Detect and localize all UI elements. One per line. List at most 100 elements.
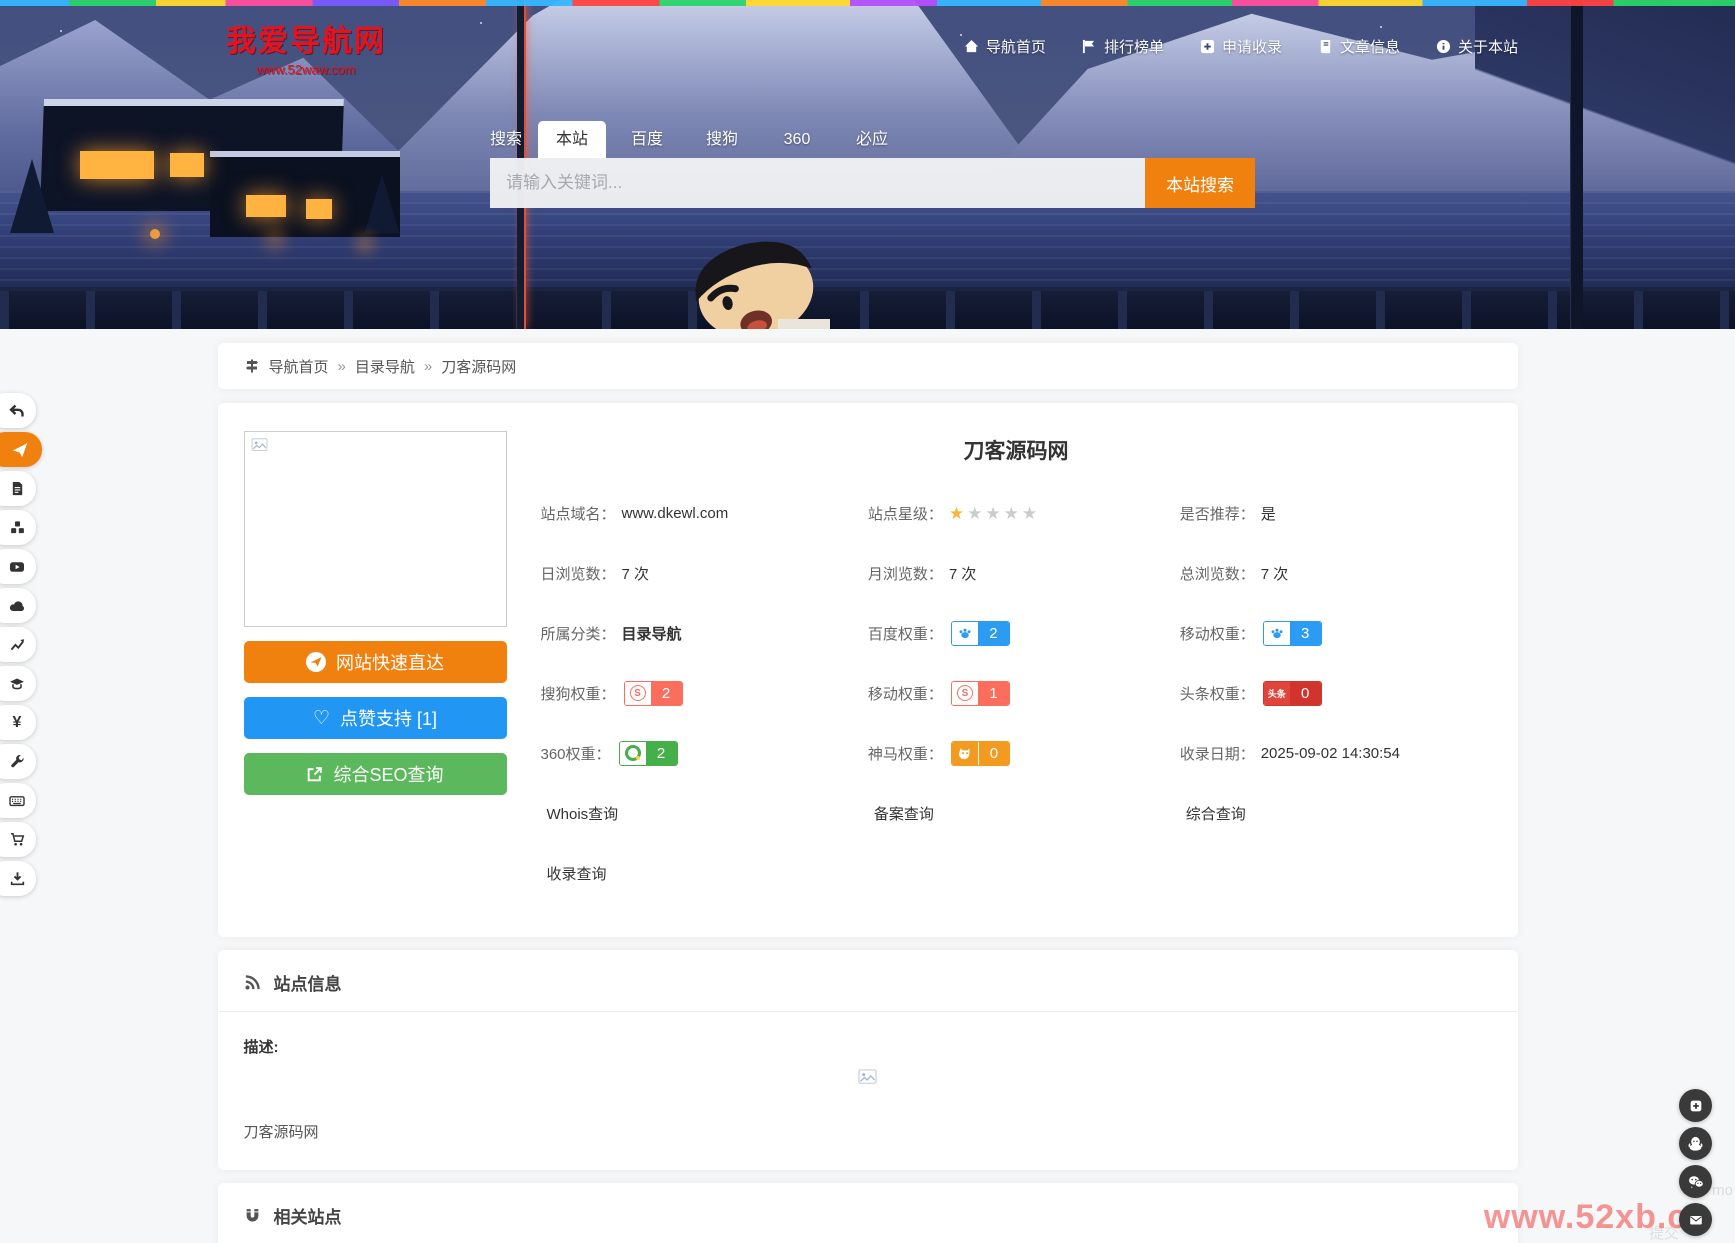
breadcrumb-category[interactable]: 目录导航 — [355, 356, 415, 377]
site-screenshot[interactable] — [244, 431, 507, 627]
field-label: 总浏览数： — [1180, 563, 1255, 584]
cloud-button[interactable] — [0, 588, 36, 623]
icp-query-link[interactable]: 备案查询 — [874, 803, 934, 824]
badge-value: 2 — [651, 682, 682, 705]
articles-button[interactable] — [0, 471, 36, 506]
yen-icon: ¥ — [13, 715, 22, 731]
qq-contact-button[interactable] — [1679, 1127, 1712, 1160]
field-label: 头条权重： — [1180, 683, 1255, 704]
paper-plane-icon — [12, 442, 28, 458]
site-detail-card: 网站快速直达 ♡ 点赞支持 [1] 综合SEO查询 刀客源码网 站点域名： ww… — [218, 403, 1518, 937]
nav-label: 申请收录 — [1222, 36, 1282, 57]
field-domain: 站点域名： www.dkewl.com — [541, 483, 868, 543]
hero-window-light — [306, 199, 332, 219]
search-module: 搜索 本站 百度 搜狗 360 必应 本站搜索 — [490, 121, 1255, 208]
nav-item-articles[interactable]: 文章信息 — [1318, 36, 1400, 57]
field-label: 神马权重： — [868, 743, 943, 764]
like-button[interactable]: ♡ 点赞支持 [1] — [244, 697, 507, 739]
download-button[interactable] — [0, 861, 36, 896]
field-label: 所属分类： — [541, 623, 616, 644]
search-tab-bing[interactable]: 必应 — [838, 121, 906, 158]
video-button[interactable] — [0, 549, 36, 584]
category-link[interactable]: 目录导航 — [622, 623, 682, 644]
field-daily-views: 日浏览数： 7 次 — [541, 543, 868, 603]
search-tab-sogou[interactable]: 搜狗 — [688, 121, 756, 158]
site-detail-right: 刀客源码网 站点域名： www.dkewl.com 站点星级： ★★★★★ 是否… — [541, 431, 1492, 903]
star-icon: ★ — [967, 504, 985, 523]
visit-site-button[interactable]: 网站快速直达 — [244, 641, 507, 683]
shop-button[interactable] — [0, 822, 36, 857]
360-icon — [625, 745, 641, 761]
field-value: 是 — [1261, 503, 1276, 524]
field-baidu-weight: 百度权重： 2 — [868, 603, 1180, 663]
index-query-link[interactable]: 收录查询 — [547, 863, 607, 884]
comprehensive-query-link[interactable]: 综合查询 — [1186, 803, 1246, 824]
search-tab-360[interactable]: 360 — [763, 121, 831, 158]
heart-icon: ♡ — [313, 709, 330, 728]
reply-icon — [9, 403, 25, 419]
field-recommended: 是否推荐： 是 — [1180, 483, 1492, 543]
field-baidu-mobile-weight: 移动权重： 3 — [1180, 603, 1492, 663]
typing-button[interactable] — [0, 783, 36, 818]
breadcrumb: 导航首页 » 目录导航 » 刀客源码网 — [218, 343, 1518, 389]
whois-query-link[interactable]: Whois查询 — [547, 803, 619, 824]
file-text-icon — [10, 481, 25, 496]
top-bar: 我爱导航网 www.52waw.com 导航首页 排行榜单 申请收录 文章信息 — [0, 0, 1735, 92]
back-button[interactable] — [0, 393, 36, 428]
nav-item-rankings[interactable]: 排行榜单 — [1082, 36, 1164, 57]
field-label: 收录日期： — [1180, 743, 1255, 764]
plus-square-icon — [1688, 1098, 1704, 1114]
broken-image-icon — [858, 1069, 877, 1086]
email-contact-button[interactable] — [1679, 1203, 1712, 1236]
hero-lamp-glow — [150, 229, 160, 239]
search-tab-this-site[interactable]: 本站 — [538, 121, 606, 158]
left-tool-rail: ¥ — [0, 393, 42, 900]
search-group-label: 搜索 — [490, 121, 522, 158]
add-site-button[interactable] — [1679, 1089, 1712, 1122]
star-icon: ★ — [1022, 504, 1040, 523]
nav-label: 导航首页 — [986, 36, 1046, 57]
button-label: 综合SEO查询 — [333, 761, 443, 787]
main-nav: 导航首页 排行榜单 申请收录 文章信息 关于本站 — [928, 36, 1518, 57]
field-value: 7 次 — [949, 563, 977, 584]
book-icon — [1318, 39, 1333, 54]
logo-title: 我爱导航网 — [226, 16, 386, 60]
badge-value: 0 — [978, 742, 1009, 765]
modules-button[interactable] — [0, 510, 36, 545]
field-star-rating: 站点星级： ★★★★★ — [868, 483, 1180, 543]
hero-window-light — [80, 151, 154, 179]
cloud-icon — [9, 598, 25, 614]
search-bar: 本站搜索 — [490, 158, 1255, 208]
education-button[interactable] — [0, 666, 36, 701]
page-title: 刀客源码网 — [541, 435, 1492, 465]
field-label: 移动权重： — [1180, 623, 1255, 644]
search-tab-baidu[interactable]: 百度 — [613, 121, 681, 158]
seo-query-button[interactable]: 综合SEO查询 — [244, 753, 507, 795]
nav-item-about[interactable]: 关于本站 — [1436, 36, 1518, 57]
wechat-contact-button[interactable] — [1679, 1165, 1712, 1198]
breadcrumb-home[interactable]: 导航首页 — [269, 356, 329, 377]
hero-tree — [10, 159, 54, 233]
finance-button[interactable]: ¥ — [0, 705, 36, 740]
magnet-icon — [244, 1207, 261, 1224]
quick-visit-button[interactable] — [0, 432, 42, 467]
wechat-icon — [1687, 1173, 1705, 1191]
search-input[interactable] — [490, 158, 1145, 208]
paw-icon — [958, 626, 972, 640]
nav-item-submit-site[interactable]: 申请收录 — [1200, 36, 1282, 57]
tools-button[interactable] — [0, 744, 36, 779]
hero-tree — [364, 174, 399, 233]
button-label: 网站快速直达 — [336, 649, 444, 675]
hero-window-light — [246, 195, 286, 217]
site-logo[interactable]: 我爱导航网 www.52waw.com — [226, 16, 386, 77]
link-icp-query: 备案查询 — [868, 783, 1180, 843]
nav-label: 排行榜单 — [1104, 36, 1164, 57]
field-label: 月浏览数： — [868, 563, 943, 584]
search-button[interactable]: 本站搜索 — [1145, 158, 1255, 208]
field-label: 站点域名： — [541, 503, 616, 524]
nav-item-home[interactable]: 导航首页 — [964, 36, 1046, 57]
field-total-views: 总浏览数： 7 次 — [1180, 543, 1492, 603]
owl-icon — [958, 746, 972, 760]
stats-button[interactable] — [0, 627, 36, 662]
shenma-weight-badge: 0 — [951, 741, 1010, 766]
